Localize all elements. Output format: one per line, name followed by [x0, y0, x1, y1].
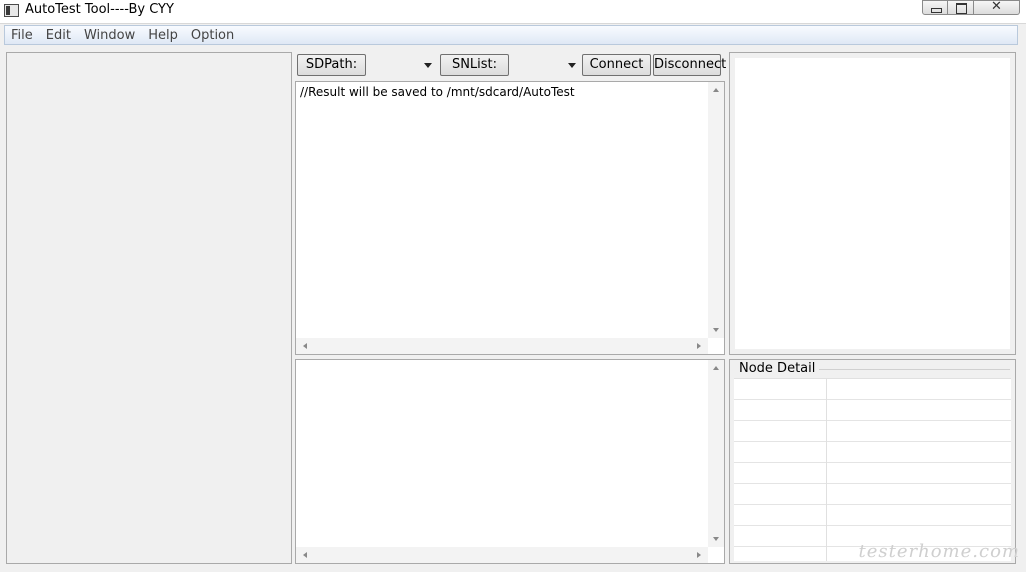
- menu-file[interactable]: File: [5, 28, 39, 43]
- chevron-down-icon: [568, 63, 576, 68]
- app-window: AutoTest Tool----By CYY ✕ File Edit Wind…: [0, 0, 1026, 572]
- window-controls: ✕: [922, 0, 1020, 15]
- table-row[interactable]: [734, 505, 1011, 526]
- scroll-up-icon[interactable]: [713, 366, 719, 370]
- scroll-left-icon[interactable]: [303, 552, 307, 558]
- screenshot-panel: [729, 52, 1016, 355]
- scroll-down-icon[interactable]: [713, 328, 719, 332]
- result-text: //Result will be saved to /mnt/sdcard/Au…: [300, 85, 575, 99]
- node-detail-panel: Node Detail: [729, 359, 1016, 564]
- result-textarea[interactable]: //Result will be saved to /mnt/sdcard/Au…: [295, 81, 725, 355]
- minimize-button[interactable]: [922, 0, 948, 15]
- sdpath-button[interactable]: SDPath:: [297, 54, 366, 76]
- menu-window[interactable]: Window: [78, 28, 141, 43]
- app-icon: [4, 4, 19, 17]
- scroll-down-icon[interactable]: [713, 537, 719, 541]
- table-row[interactable]: [734, 463, 1011, 484]
- chevron-down-icon: [424, 63, 432, 68]
- result-vertical-scrollbar[interactable]: [708, 82, 724, 338]
- screenshot-canvas[interactable]: [735, 58, 1010, 349]
- close-button[interactable]: ✕: [974, 0, 1020, 15]
- table-row[interactable]: [734, 421, 1011, 442]
- result-horizontal-scrollbar[interactable]: [296, 338, 708, 354]
- table-row[interactable]: [734, 400, 1011, 421]
- close-icon: ✕: [991, 0, 1002, 14]
- window-title: AutoTest Tool----By CYY: [25, 2, 174, 17]
- menu-bar: File Edit Window Help Option: [4, 25, 1018, 45]
- snlist-button[interactable]: SNList:: [440, 54, 509, 76]
- log-horizontal-scrollbar[interactable]: [296, 547, 708, 563]
- title-bar: AutoTest Tool----By CYY ✕: [0, 0, 1026, 24]
- menu-edit[interactable]: Edit: [40, 28, 77, 43]
- sdpath-dropdown[interactable]: [368, 54, 436, 76]
- log-vertical-scrollbar[interactable]: [708, 360, 724, 547]
- table-row[interactable]: [734, 484, 1011, 505]
- group-divider: [814, 369, 1010, 370]
- table-row[interactable]: [734, 442, 1011, 463]
- left-tree-panel[interactable]: [6, 52, 292, 564]
- log-textarea[interactable]: [295, 359, 725, 564]
- node-detail-table[interactable]: [734, 378, 1011, 561]
- node-detail-title: Node Detail: [739, 361, 820, 376]
- connect-button[interactable]: Connect: [582, 54, 651, 76]
- scroll-left-icon[interactable]: [303, 343, 307, 349]
- connection-toolbar: SDPath: SNList: Connect Disconnect: [295, 53, 726, 77]
- scroll-up-icon[interactable]: [713, 88, 719, 92]
- table-row[interactable]: [734, 379, 1011, 400]
- scroll-right-icon[interactable]: [697, 552, 701, 558]
- table-column-divider: [826, 379, 827, 561]
- disconnect-button[interactable]: Disconnect: [653, 54, 726, 76]
- menu-option[interactable]: Option: [185, 28, 240, 43]
- menu-help[interactable]: Help: [142, 28, 184, 43]
- maximize-button[interactable]: [948, 0, 974, 15]
- snlist-dropdown[interactable]: [511, 54, 580, 76]
- watermark: testerhome.com: [858, 541, 1020, 562]
- scroll-right-icon[interactable]: [697, 343, 701, 349]
